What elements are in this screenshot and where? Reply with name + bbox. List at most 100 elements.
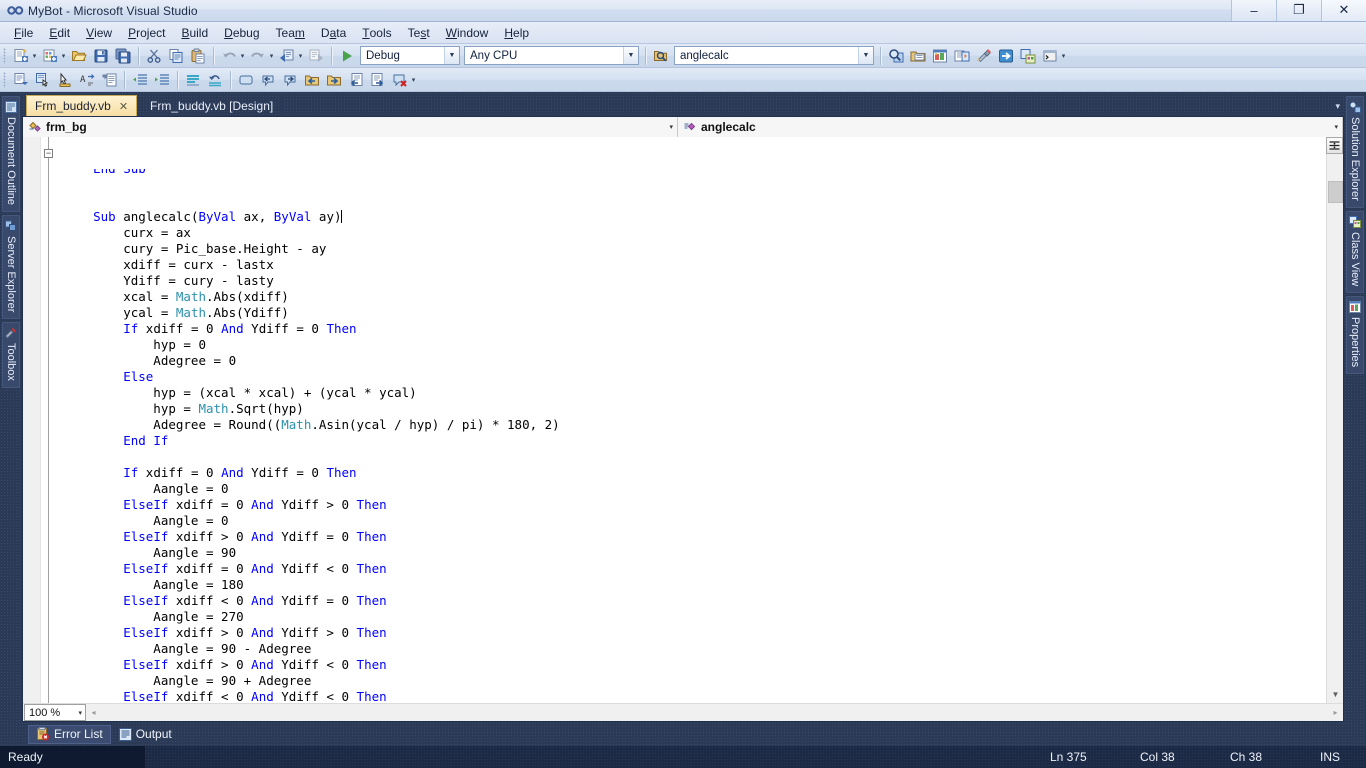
- maximize-button[interactable]: ❐: [1276, 0, 1321, 21]
- comment-block-icon[interactable]: [98, 69, 120, 91]
- next-bookmark-folder-icon[interactable]: [323, 69, 345, 91]
- sidebar-item-properties[interactable]: Properties: [1346, 296, 1364, 375]
- navigate-forward-icon[interactable]: [305, 45, 327, 67]
- collapse-region-button[interactable]: −: [44, 149, 53, 158]
- undo-icon[interactable]: [218, 45, 240, 67]
- start-debug-icon[interactable]: [336, 45, 358, 67]
- zoom-level-combo[interactable]: 100 % ▾: [24, 704, 86, 721]
- svg-text:A: A: [80, 75, 86, 85]
- sidebar-item-label: Solution Explorer: [1349, 117, 1361, 201]
- document-tab-frm-buddy-vb[interactable]: Frm_buddy.vb ✕: [26, 95, 138, 116]
- minimize-button[interactable]: –: [1231, 0, 1276, 21]
- chevron-down-icon[interactable]: ▾: [1334, 123, 1338, 131]
- hscroll-left-button[interactable]: ◂: [86, 708, 101, 717]
- next-bookmark-icon[interactable]: [279, 69, 301, 91]
- close-button[interactable]: ✕: [1321, 0, 1366, 21]
- menu-item-project[interactable]: Project: [120, 23, 173, 42]
- menu-item-data[interactable]: Da ta: [313, 23, 354, 42]
- menu-item-file[interactable]: File: [6, 23, 41, 42]
- code-text-area[interactable]: End Sub Sub anglecalc(ByVal ax, ByVal ay…: [59, 137, 1326, 703]
- solution-configuration-combo[interactable]: Debug ▼: [360, 46, 460, 65]
- toolbar-grip[interactable]: [3, 71, 6, 88]
- chevron-down-icon[interactable]: ▼: [444, 47, 459, 64]
- copy-icon[interactable]: [165, 45, 187, 67]
- indicator-margin[interactable]: [23, 137, 41, 703]
- document-well: Frm_buddy.vb ✕ Frm_buddy.vb [Design] ▾ f…: [22, 92, 1344, 722]
- menu-item-edit[interactable]: Edit: [41, 23, 78, 42]
- chevron-down-icon[interactable]: ▼: [623, 47, 638, 64]
- scroll-down-button[interactable]: ▼: [1327, 686, 1344, 703]
- menu-item-debug[interactable]: Debug: [216, 23, 267, 42]
- solution-platform-combo[interactable]: Any CPU ▼: [464, 46, 639, 65]
- cut-icon[interactable]: [143, 45, 165, 67]
- sidebar-item-document-outline[interactable]: Document Outline: [2, 96, 20, 213]
- code-line: ElseIf xdiff > 0 And Ydiff = 0 Then: [123, 529, 387, 544]
- toggle-breakpoint-icon[interactable]: [235, 69, 257, 91]
- member-dropdown[interactable]: anglecalc ▾: [678, 117, 1343, 137]
- horizontal-scrollbar[interactable]: [101, 704, 1328, 721]
- code-line: hyp = Math.Sqrt(hyp): [63, 401, 304, 416]
- properties-window-icon[interactable]: [929, 45, 951, 67]
- navigate-backward-icon[interactable]: [276, 45, 298, 67]
- code-line: ElseIf xdiff = 0 And Ydiff < 0 Then: [123, 561, 387, 576]
- scrollbar-thumb[interactable]: [1328, 181, 1343, 203]
- command-window-icon[interactable]: [1039, 45, 1061, 67]
- new-project-icon[interactable]: [10, 45, 32, 67]
- delete-bookmark-icon[interactable]: [389, 69, 411, 91]
- previous-bookmark-document-icon[interactable]: [345, 69, 367, 91]
- find-combo[interactable]: anglecalc ▼: [674, 46, 874, 65]
- outlining-margin[interactable]: −: [41, 137, 59, 703]
- menu-item-help[interactable]: Help: [496, 23, 537, 42]
- decrease-indent-icon[interactable]: [129, 69, 151, 91]
- toolbox-icon[interactable]: [973, 45, 995, 67]
- paste-icon[interactable]: [187, 45, 209, 67]
- bottom-tab-error-list[interactable]: Error List: [28, 724, 111, 744]
- class-dropdown[interactable]: frm_bg ▾: [23, 117, 678, 137]
- next-bookmark-document-icon[interactable]: [367, 69, 389, 91]
- save-all-icon[interactable]: [112, 45, 134, 67]
- sidebar-item-class-view[interactable]: Class View: [1346, 210, 1364, 293]
- menu-item-build[interactable]: Build: [173, 23, 216, 42]
- clear-bookmarks-icon[interactable]: [204, 69, 226, 91]
- display-members-icon[interactable]: [10, 69, 32, 91]
- open-file-icon[interactable]: [68, 45, 90, 67]
- find-in-files-icon[interactable]: [885, 45, 907, 67]
- code-line: End If: [123, 433, 169, 448]
- previous-bookmark-folder-icon[interactable]: [301, 69, 323, 91]
- redo-icon[interactable]: [247, 45, 269, 67]
- word-completion-icon[interactable]: [54, 69, 76, 91]
- vertical-scrollbar[interactable]: ▲ ▼: [1326, 137, 1343, 703]
- menu-item-tools[interactable]: Tools: [354, 23, 399, 42]
- previous-bookmark-icon[interactable]: [257, 69, 279, 91]
- parameter-info-icon[interactable]: A: [76, 69, 98, 91]
- chevron-down-icon[interactable]: ▼: [858, 47, 873, 64]
- new-website-icon[interactable]: [39, 45, 61, 67]
- solution-explorer-icon[interactable]: [907, 45, 929, 67]
- increase-indent-icon[interactable]: [151, 69, 173, 91]
- sidebar-item-solution-explorer[interactable]: Solution Explorer: [1346, 96, 1364, 208]
- split-view-button[interactable]: [1326, 137, 1343, 154]
- tab-overflow-chevron-icon[interactable]: ▾: [1335, 101, 1340, 112]
- class-view-icon[interactable]: [1017, 45, 1039, 67]
- chevron-down-icon[interactable]: ▾: [78, 709, 82, 717]
- sidebar-item-toolbox[interactable]: Toolbox: [2, 322, 20, 389]
- goto-icon[interactable]: [995, 45, 1017, 67]
- menu-item-window[interactable]: Window: [438, 23, 497, 42]
- find-combo-icon[interactable]: [650, 45, 672, 67]
- menu-item-test[interactable]: Te s t: [400, 23, 438, 42]
- quick-info-icon[interactable]: [32, 69, 54, 91]
- save-icon[interactable]: [90, 45, 112, 67]
- menu-item-view[interactable]: View: [78, 23, 120, 42]
- sidebar-item-server-explorer[interactable]: Server Explorer: [2, 215, 20, 320]
- chevron-down-icon[interactable]: ▾: [669, 123, 673, 131]
- code-line: cury = Pic_base.Height - ay: [63, 241, 327, 256]
- sidebar-item-label: Properties: [1349, 317, 1361, 368]
- toggle-bookmark-icon[interactable]: [182, 69, 204, 91]
- object-browser-icon[interactable]: [951, 45, 973, 67]
- hscroll-right-button[interactable]: ▸: [1328, 708, 1343, 717]
- bottom-tab-output[interactable]: Output: [111, 725, 180, 744]
- document-tab-frm-buddy-vb-design[interactable]: Frm_buddy.vb [Design]: [141, 95, 283, 116]
- menu-item-team[interactable]: Tea m: [268, 23, 313, 42]
- close-icon[interactable]: ✕: [119, 100, 128, 113]
- toolbar-grip[interactable]: [3, 47, 6, 64]
